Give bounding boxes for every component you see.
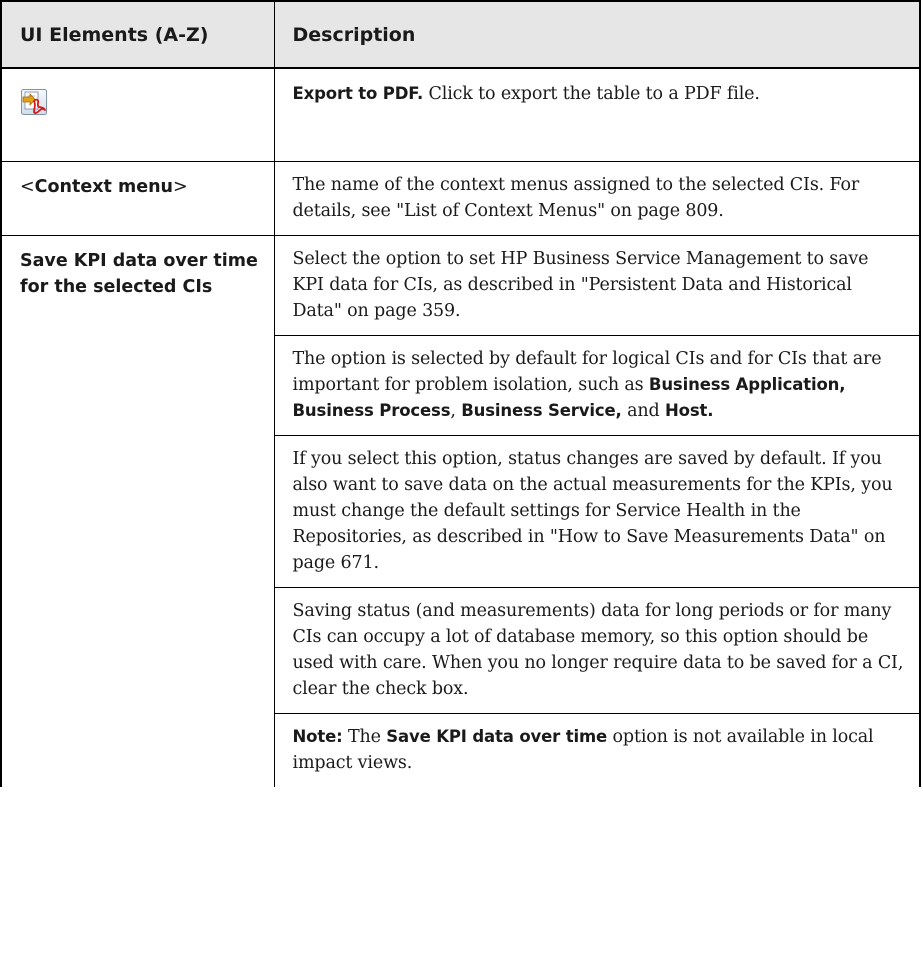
gt-bracket: >: [173, 177, 188, 197]
header-ui-elements: UI Elements (A-Z): [0, 0, 275, 69]
note-label: Note:: [292, 727, 343, 746]
cell-save-kpi-description: Select the option to set HP Business Ser…: [273, 235, 921, 787]
save-kpi-paragraph-1: Select the option to set HP Business Ser…: [292, 249, 869, 321]
save-kpi-paragraph-4: Saving status (and measurements) data fo…: [274, 587, 919, 713]
cell-export-icon: [0, 68, 275, 162]
export-to-pdf-icon[interactable]: [20, 88, 48, 116]
save-kpi-paragraph-3: If you select this option, status change…: [274, 435, 919, 587]
cell-save-kpi-name: Save KPI data over time for the selected…: [0, 235, 275, 787]
table-row-context-menu: <Context menu> The name of the context m…: [0, 161, 921, 236]
cell-export-description: Export to PDF. Click to export the table…: [273, 68, 921, 162]
note-text-1: The: [342, 727, 387, 747]
context-menu-desc: The name of the context menus assigned t…: [292, 175, 860, 221]
p2-sep-2: and: [621, 401, 665, 421]
cell-context-menu-name: <Context menu>: [0, 161, 275, 236]
save-kpi-paragraph-2: The option is selected by default for lo…: [274, 335, 919, 435]
save-kpi-note: Note: The Save KPI data over time option…: [274, 713, 919, 787]
table-row-export-pdf: Export to PDF. Click to export the table…: [0, 68, 921, 162]
cell-context-menu-description: The name of the context menus assigned t…: [273, 161, 921, 236]
p2-sep-1: ,: [450, 401, 462, 421]
export-lead: Export to PDF.: [292, 84, 424, 103]
note-bold: Save KPI data over time: [386, 727, 608, 746]
export-text: Click to export the table to a PDF file.: [423, 84, 760, 104]
p2-bold-3: Host.: [664, 401, 714, 420]
context-menu-label: Context menu: [34, 177, 173, 197]
ui-elements-table: UI Elements (A-Z) Description Export to …: [0, 0, 921, 787]
table-row-save-kpi: Save KPI data over time for the selected…: [0, 235, 921, 787]
p2-bold-2: Business Service,: [461, 401, 622, 420]
save-kpi-label: Save KPI data over time for the selected…: [20, 251, 258, 297]
table-header-row: UI Elements (A-Z) Description: [0, 0, 921, 69]
header-description: Description: [273, 0, 921, 69]
lt-bracket: <: [20, 177, 35, 197]
